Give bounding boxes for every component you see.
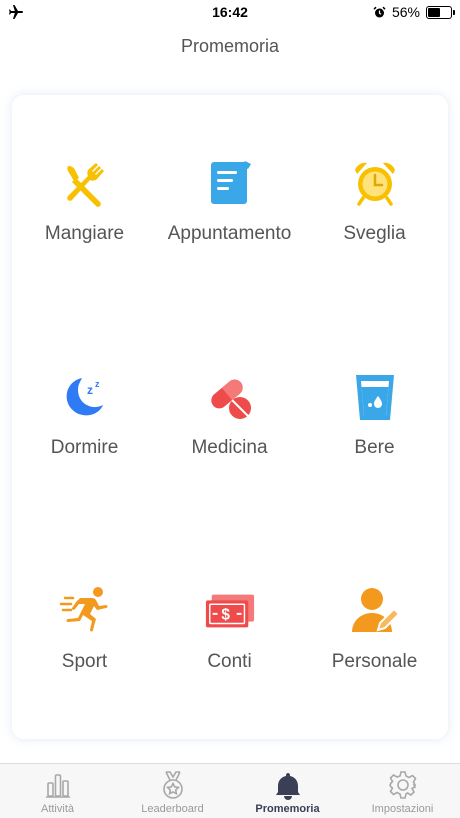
svg-text:z: z (87, 383, 93, 397)
reminder-mangiare[interactable]: Mangiare (12, 157, 157, 277)
reminder-label: Dormire (50, 437, 119, 458)
tab-label: Impostazioni (371, 803, 434, 815)
pill-icon (204, 371, 256, 423)
reminder-label: Sport (61, 651, 108, 672)
airplane-icon (9, 5, 23, 19)
svg-text:$: $ (221, 607, 230, 624)
reminders-card: Mangiare Appuntamento Sveglia z z Dormir… (12, 95, 448, 739)
battery-level (428, 7, 441, 17)
svg-text:z: z (95, 379, 100, 389)
battery-percent: 56% (391, 4, 420, 20)
reminder-sport[interactable]: Sport (12, 585, 157, 705)
reminder-personale[interactable]: Personale (302, 585, 447, 705)
reminder-bere[interactable]: Bere (302, 371, 447, 491)
reminder-label: Conti (207, 651, 252, 672)
person-edit-icon (349, 585, 401, 637)
battery-icon (426, 5, 455, 19)
money-icon: $ (204, 585, 256, 637)
reminder-label: Personale (331, 651, 418, 672)
reminder-label: Appuntamento (167, 223, 292, 244)
fork-knife-icon (59, 157, 111, 209)
water-glass-icon (349, 371, 401, 423)
tab-label: Attività (40, 803, 74, 815)
gear-icon (387, 770, 419, 800)
reminder-label: Bere (354, 437, 395, 458)
tab-leaderboard[interactable]: Leaderboard (115, 764, 230, 818)
alarm-status-icon (373, 6, 386, 17)
reminder-medicina[interactable]: Medicina (157, 371, 302, 491)
tab-label: Promemoria (255, 803, 320, 815)
moon-sleep-icon: z z (59, 371, 111, 423)
tab-promemoria[interactable]: Promemoria (230, 764, 345, 818)
reminders-grid: Mangiare Appuntamento Sveglia z z Dormir… (12, 95, 448, 739)
tab-attivita[interactable]: Attività (0, 764, 115, 818)
running-icon (59, 585, 111, 637)
status-bar: 16:42 56% (0, 0, 460, 24)
bar-chart-icon (42, 770, 74, 800)
reminder-label: Medicina (191, 437, 268, 458)
page-title: Promemoria (180, 36, 280, 56)
reminder-dormire[interactable]: z z Dormire (12, 371, 157, 491)
tab-bar: Attività Leaderboard Promemoria Impostaz… (0, 763, 460, 818)
note-icon (204, 157, 256, 209)
reminder-conti[interactable]: $ Conti (157, 585, 302, 705)
reminder-appuntamento[interactable]: Appuntamento (157, 157, 302, 277)
tab-label: Leaderboard (141, 803, 204, 815)
reminder-label: Sveglia (343, 223, 406, 244)
reminder-sveglia[interactable]: Sveglia (302, 157, 447, 277)
medal-icon (157, 770, 189, 800)
tab-impostazioni[interactable]: Impostazioni (345, 764, 460, 818)
bell-icon (272, 770, 304, 800)
reminder-label: Mangiare (44, 223, 125, 244)
alarm-clock-icon (349, 157, 401, 209)
